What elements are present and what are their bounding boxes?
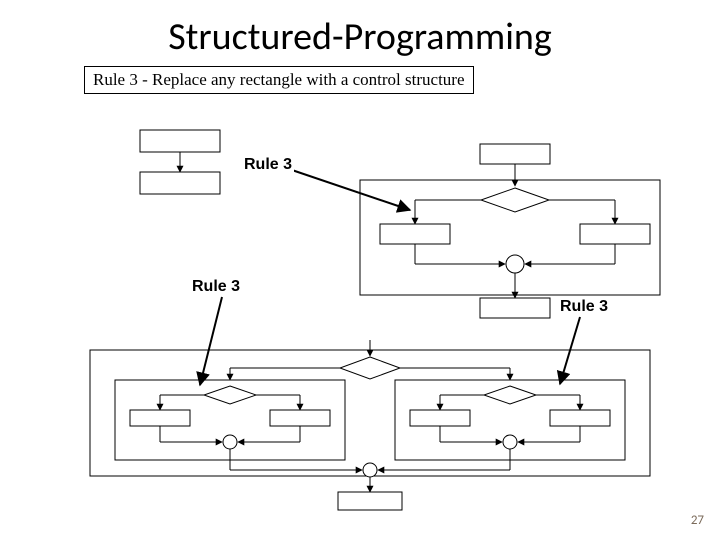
if-else-block (360, 144, 660, 318)
label-rule3-right: Rule 3 (558, 298, 610, 316)
diagram-svg (0, 0, 720, 540)
label-rule3-top: Rule 3 (242, 156, 294, 174)
stack-two-boxes (140, 130, 220, 194)
label-rule3-left: Rule 3 (190, 278, 242, 296)
page-number: 27 (691, 513, 704, 528)
slide: Structured-Programming Rule 3 - Replace … (0, 0, 720, 540)
